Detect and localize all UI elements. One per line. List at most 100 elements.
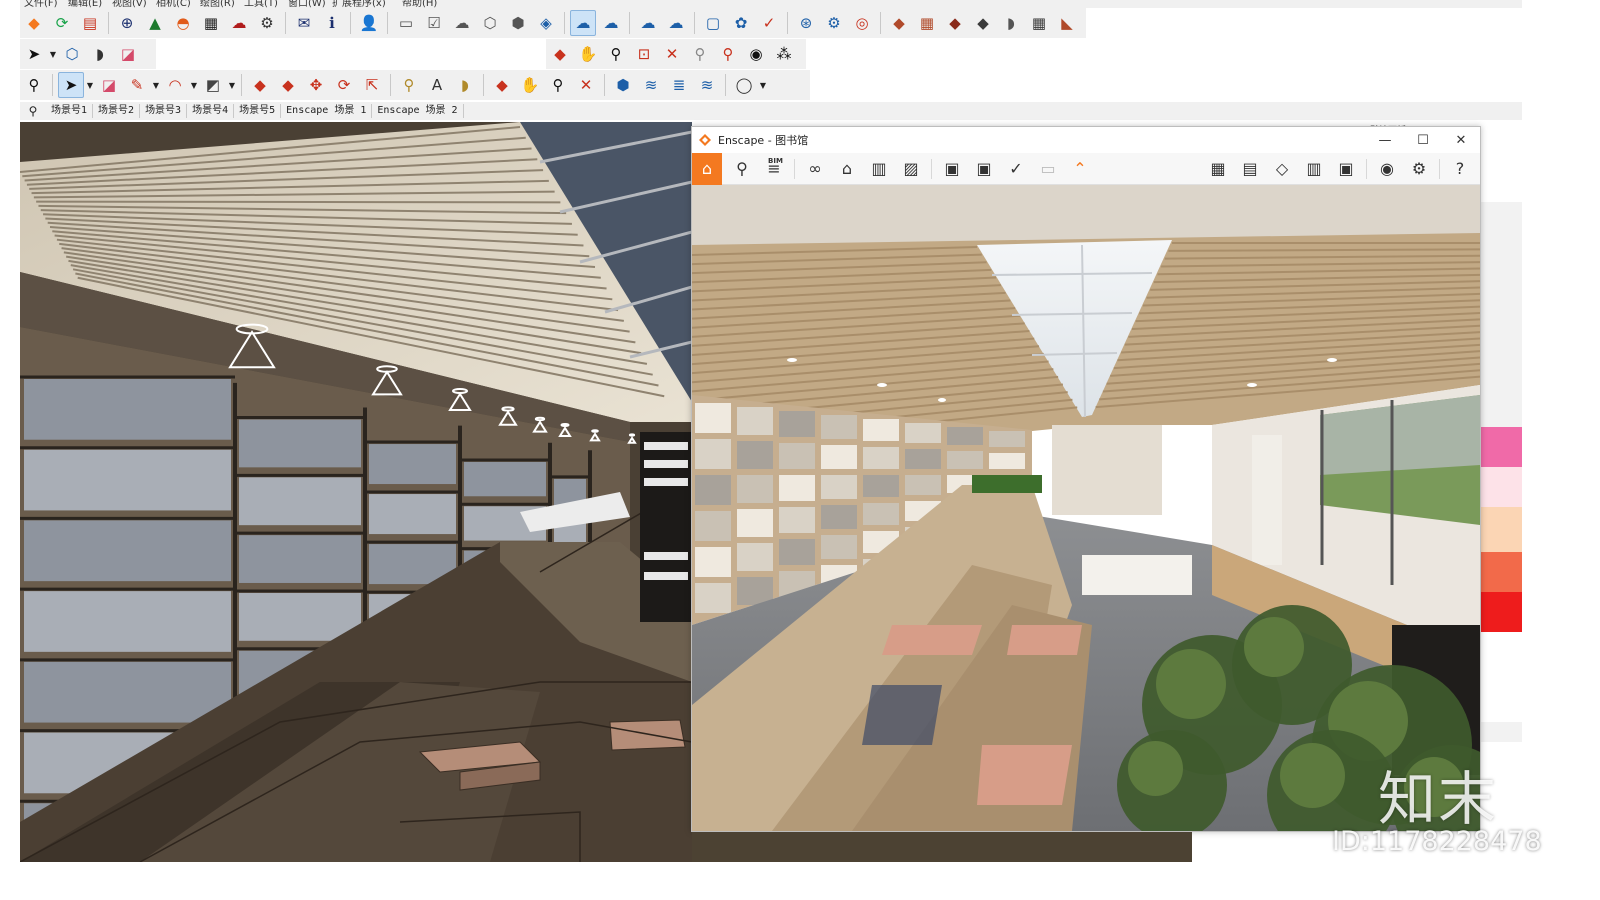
render-image-icon[interactable]: ▣ [938,155,966,183]
previous-view-icon[interactable]: ⚲ [687,41,713,67]
settings-gears-icon[interactable]: ⚙ [254,10,280,36]
download-icon[interactable]: ⊛ [793,10,819,36]
sandbox-scratch-icon[interactable]: ◆ [886,10,912,36]
text-label-icon[interactable]: A [424,72,450,98]
material-swatch[interactable] [1480,592,1522,632]
scene-tab[interactable]: Enscape 场景 1 [281,104,373,118]
cloud-share-icon[interactable]: ☁ [663,10,689,36]
paint-bucket-icon[interactable]: ◗ [452,72,478,98]
menu-item[interactable]: 帮助(H) [402,0,437,8]
select-arrow-icon[interactable]: ➤ [21,41,47,67]
add-circle-icon[interactable]: ⊕ [114,10,140,36]
checker-material-icon[interactable]: ▦ [198,10,224,36]
material-swatch[interactable] [1480,467,1522,507]
rectangle-icon[interactable]: ◩ [200,72,226,98]
cube-package-icon[interactable]: ⬡ [477,10,503,36]
pan-hand-icon[interactable]: ✋ [575,41,601,67]
push-pull-icon[interactable]: ◆ [247,72,273,98]
sandbox-drape-icon[interactable]: ◗ [998,10,1024,36]
sandbox-flip-icon[interactable]: ◣ [1054,10,1080,36]
buildings-icon[interactable]: ▥ [865,155,893,183]
user-account-icon[interactable]: 👤 [356,10,382,36]
tree-icon[interactable]: ▲ [142,10,168,36]
chevron-down-icon[interactable]: ▼ [227,81,237,90]
scene-tab[interactable]: 场景号1 [46,104,94,118]
atmosphere-icon[interactable]: ⌂ [833,155,861,183]
scene-tab[interactable]: 场景号3 [140,104,188,118]
material-editor-icon[interactable]: ▥ [1300,155,1328,183]
scale-icon[interactable]: ⇱ [359,72,385,98]
walk-footprints-icon[interactable]: ⁂ [771,41,797,67]
enscape-logo-icon[interactable]: ◆ [21,10,47,36]
minimize-button[interactable]: — [1366,127,1404,153]
paint-bucket-icon[interactable]: ◗ [87,41,113,67]
components-icon[interactable]: ✿ [728,10,754,36]
select-arrow-icon[interactable]: ➤ [58,72,84,98]
ruby-console-icon[interactable]: ◈ [533,10,559,36]
material-swatch[interactable] [1480,162,1522,202]
asset-library-icon[interactable]: ▤ [1236,155,1264,183]
eraser-icon[interactable]: ◪ [115,41,141,67]
binoculars-icon[interactable]: ∞ [801,155,829,183]
orbit-icon[interactable]: ◆ [547,41,573,67]
layers-icon[interactable]: ≣ [666,72,692,98]
material-swatch[interactable] [1480,427,1522,467]
scene-tab[interactable]: 场景号5 [234,104,282,118]
cloud-up-icon[interactable]: ☁ [449,10,475,36]
chevron-down-icon[interactable]: ▼ [151,81,161,90]
bim-list-icon[interactable]: ≡ BIM [760,155,788,183]
look-around-icon[interactable]: ◉ [743,41,769,67]
scene-tab[interactable]: 场景号2 [93,104,141,118]
info-icon[interactable]: ℹ [319,10,345,36]
cloud-link-icon[interactable]: ☁ [570,10,596,36]
enscape-rendered-view[interactable] [692,185,1480,831]
material-swatch[interactable] [1480,552,1522,592]
eraser-icon[interactable]: ◪ [96,72,122,98]
position-camera-icon[interactable]: ⚲ [715,41,741,67]
menu-item[interactable]: 文件(F) [24,0,58,8]
sun-sky-icon[interactable]: ◓ [170,10,196,36]
chevron-down-icon[interactable]: ▼ [189,81,199,90]
batch-render-icon[interactable]: ▣ [970,155,998,183]
menu-item[interactable]: 绘图(R) [200,0,235,8]
enscape-render-window[interactable]: Enscape - 图书馆 — ☐ ✕ ⌂ ⚲ ≡ BIM ∞ ⌂ ▥ ▨ ▣ ▣ ✓ ▭ ⌃ ▦ ▤ ◇ ▥… [691,126,1481,832]
refresh-sync-icon[interactable]: ⟳ [49,10,75,36]
help-icon[interactable]: ? [1446,155,1474,183]
sandbox-stamp-icon[interactable]: ◆ [970,10,996,36]
zoom-icon[interactable]: ⚲ [545,72,571,98]
menu-item[interactable]: 编辑(E) [68,0,102,8]
close-button[interactable]: ✕ [1442,127,1480,153]
menu-item[interactable]: 窗口(W) [288,0,326,8]
zoom-icon[interactable]: ⚲ [603,41,629,67]
menu-item[interactable]: 工具(T) [244,0,278,8]
chevron-down-icon[interactable]: ▼ [48,50,58,59]
material-swatch[interactable] [1480,507,1522,552]
cloud-upload-icon[interactable]: ☁ [226,10,252,36]
panorama-360-icon[interactable]: ▭ [1034,155,1062,183]
move-icon[interactable]: ✥ [303,72,329,98]
search-zoom-icon[interactable]: ⚲ [21,72,47,98]
scene-tab[interactable]: Enscape 场景 2 [372,104,464,118]
pin-link-icon[interactable]: ⚲ [728,155,756,183]
cloud-search-icon[interactable]: ☁ [598,10,624,36]
scene-search-icon[interactable]: ⚲ [20,104,46,118]
zoom-window-icon[interactable]: ⊡ [631,41,657,67]
upload-cloud-icon[interactable]: ▣ [1332,155,1360,183]
preferences-icon[interactable]: ⚙ [821,10,847,36]
arc-icon[interactable]: ◠ [162,72,188,98]
sandbox-detail-icon[interactable]: ▦ [1026,10,1052,36]
folder-open-icon[interactable]: ▭ [393,10,419,36]
material-swatch[interactable] [1480,632,1522,682]
sandbox-grid-icon[interactable]: ▦ [914,10,940,36]
views-manager-icon[interactable]: ◇ [1268,155,1296,183]
general-settings-icon[interactable]: ⚙ [1405,155,1433,183]
share-model-icon[interactable]: ≋ [638,72,664,98]
feedback-mail-icon[interactable]: ✉ [291,10,317,36]
pencil-line-icon[interactable]: ✎ [124,72,150,98]
collapse-chevron-icon[interactable]: ⌃ [1066,155,1094,183]
frame-icon[interactable]: ▢ [700,10,726,36]
chevron-down-icon[interactable]: ▼ [85,81,95,90]
checklist-icon[interactable]: ☑ [421,10,447,36]
maximize-button[interactable]: ☐ [1404,127,1442,153]
pan-hand-icon[interactable]: ✋ [517,72,543,98]
